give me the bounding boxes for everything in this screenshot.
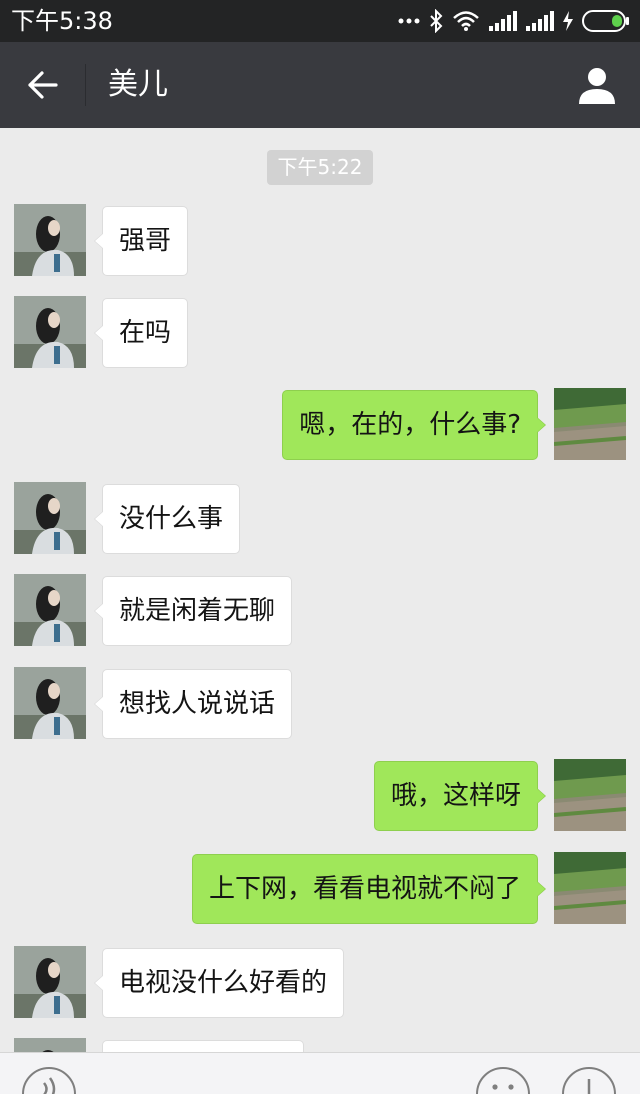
incoming-message[interactable] <box>102 1040 304 1052</box>
chat-title: 美儿 <box>108 67 168 102</box>
contact-avatar[interactable] <box>14 574 86 646</box>
incoming-message[interactable]: 就是闲着无聊 <box>93 576 293 646</box>
my-avatar[interactable] <box>554 759 626 831</box>
message-row: 没什么事 <box>0 482 640 558</box>
emoji-icon <box>492 1084 514 1090</box>
signal-icon-2 <box>526 11 554 31</box>
more-dots-icon <box>398 18 420 24</box>
contact-avatar[interactable] <box>14 482 86 554</box>
profile-button[interactable] <box>576 64 618 106</box>
more-button[interactable] <box>562 1067 616 1094</box>
status-time: 下午5:38 <box>11 7 113 35</box>
charging-icon <box>563 11 573 31</box>
contact-avatar[interactable] <box>14 1038 86 1052</box>
input-bar <box>0 1052 640 1094</box>
signal-icon-1 <box>489 11 517 31</box>
contact-avatar[interactable] <box>14 296 86 368</box>
status-icons <box>398 8 630 34</box>
my-avatar[interactable] <box>554 388 626 460</box>
voice-button[interactable] <box>22 1067 76 1094</box>
message-row: 嗯，在的，什么事? <box>0 388 640 464</box>
outgoing-message[interactable]: 上下网，看看电视就不闷了 <box>191 854 547 924</box>
person-icon <box>579 68 615 104</box>
bluetooth-icon <box>430 9 443 33</box>
wifi-icon <box>453 11 479 31</box>
incoming-message[interactable]: 想找人说说话 <box>93 669 293 739</box>
incoming-message[interactable]: 电视没什么好看的 <box>93 948 345 1018</box>
plus-icon <box>587 1079 591 1094</box>
message-row <box>0 1038 640 1052</box>
emoji-button[interactable] <box>476 1067 530 1094</box>
arrow-left-icon <box>28 71 58 99</box>
title-bar: 美儿 <box>0 42 640 128</box>
chat-area[interactable]: 下午5:22 强哥 在吗 嗯，在的，什么事? 没什么事 就是闲着无聊 想找人说说… <box>0 128 640 1052</box>
incoming-message[interactable]: 在吗 <box>93 298 189 368</box>
voice-icon <box>42 1077 56 1094</box>
outgoing-message[interactable]: 嗯，在的，什么事? <box>282 390 546 460</box>
battery-icon <box>582 10 629 32</box>
title-divider <box>85 64 86 106</box>
contact-avatar[interactable] <box>14 946 86 1018</box>
contact-avatar[interactable] <box>14 204 86 276</box>
message-row: 电视没什么好看的 <box>0 946 640 1022</box>
my-avatar[interactable] <box>554 852 626 924</box>
message-row: 在吗 <box>0 296 640 372</box>
status-bar: 下午5:38 <box>0 0 640 42</box>
message-timestamp: 下午5:22 <box>267 150 373 185</box>
message-row: 就是闲着无聊 <box>0 574 640 650</box>
message-row: 强哥 <box>0 204 640 280</box>
incoming-message[interactable]: 没什么事 <box>93 484 241 554</box>
incoming-message[interactable]: 强哥 <box>93 206 189 276</box>
message-row: 想找人说说话 <box>0 667 640 743</box>
message-row: 上下网，看看电视就不闷了 <box>0 852 640 928</box>
contact-avatar[interactable] <box>14 667 86 739</box>
back-button[interactable] <box>22 64 64 106</box>
outgoing-message[interactable]: 哦，这样呀 <box>373 761 547 831</box>
message-row: 哦，这样呀 <box>0 759 640 835</box>
